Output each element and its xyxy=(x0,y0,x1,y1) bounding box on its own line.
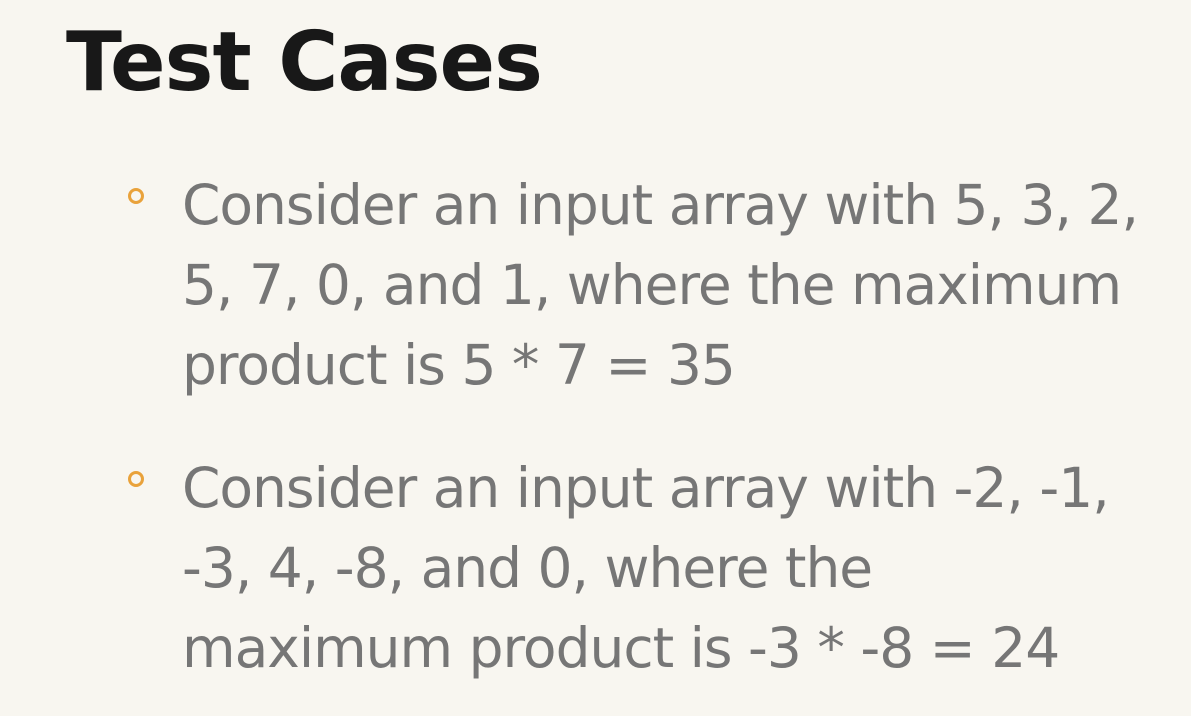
bullet-text: Consider an input array with -2, -1, -3,… xyxy=(182,448,1168,688)
bullet-item: Consider an input array with 5, 3, 2, 5,… xyxy=(128,165,1168,405)
slide: Test Cases Consider an input array with … xyxy=(0,0,1191,716)
bullet-line: maximum product is -3 * -8 = 24 xyxy=(182,616,1060,680)
bullet-line: Consider an input array with 5, 3, 2, xyxy=(182,173,1139,237)
bullet-text: Consider an input array with 5, 3, 2, 5,… xyxy=(182,165,1168,405)
bullet-line: -3, 4, -8, and 0, where the xyxy=(182,536,873,600)
bullet-line: Consider an input array with -2, -1, xyxy=(182,456,1110,520)
circle-bullet-icon xyxy=(128,188,144,204)
circle-bullet-icon xyxy=(128,471,144,487)
slide-title: Test Cases xyxy=(66,15,543,110)
bullet-list: Consider an input array with 5, 3, 2, 5,… xyxy=(128,165,1168,716)
bullet-item: Consider an input array with -2, -1, -3,… xyxy=(128,448,1168,688)
bullet-line: product is 5 * 7 = 35 xyxy=(182,333,736,397)
bullet-line: 5, 7, 0, and 1, where the maximum xyxy=(182,253,1122,317)
